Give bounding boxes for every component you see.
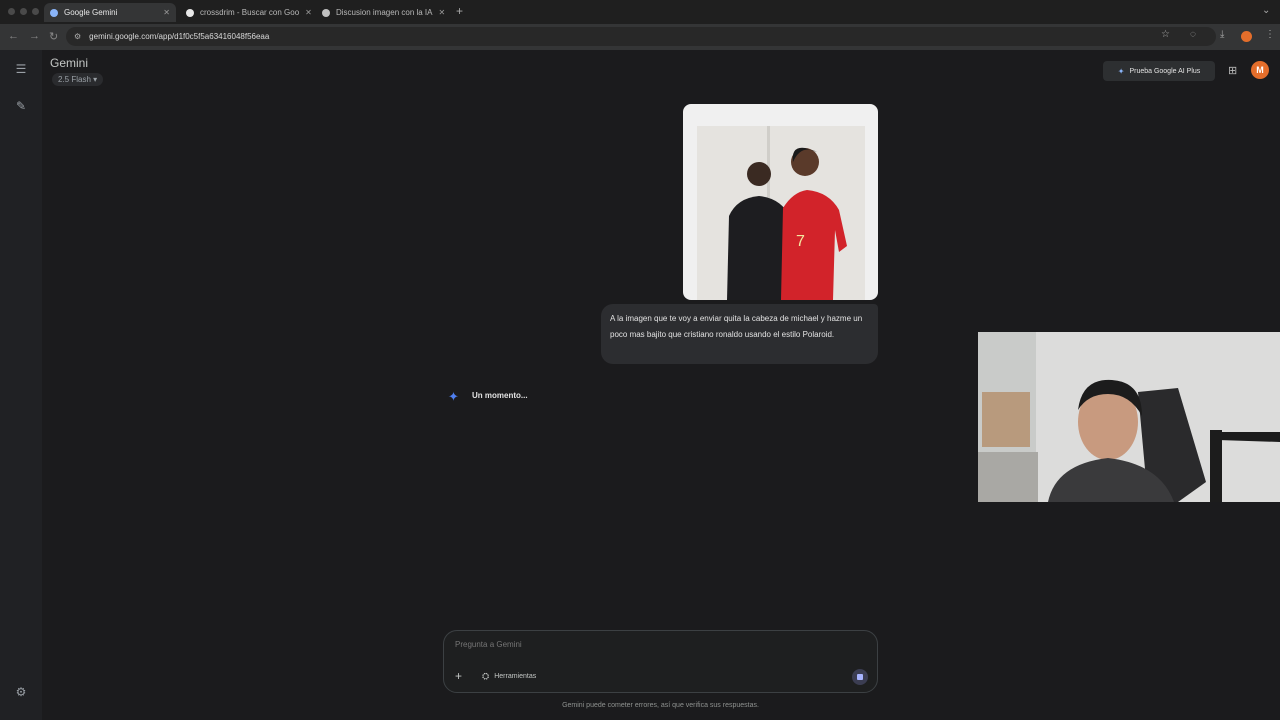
tab-label: crossdrim - Buscar con Goo — [200, 8, 300, 17]
apps-icon[interactable]: ⊞ — [1228, 64, 1237, 77]
gemini-favicon-icon — [50, 8, 58, 17]
back-arrow-icon[interactable]: ← — [8, 30, 19, 42]
url-text: gemini.google.com/app/d1f0c5f5a63416048f… — [89, 32, 270, 41]
tools-button[interactable]: ⛭ Herramientas — [482, 671, 536, 682]
side-rail — [0, 50, 42, 720]
google-favicon-icon — [186, 8, 194, 17]
photo-people-icon: 7 — [697, 126, 865, 300]
disclaimer: Gemini puede cometer errores, así que ve… — [562, 702, 759, 709]
photo-content: 7 — [697, 126, 865, 300]
tab-label: Discusion imagen con la IA — [336, 8, 433, 17]
user-message: A la imagen que te voy a enviar quita la… — [601, 304, 878, 364]
webcam-person-icon — [978, 332, 1280, 502]
download-icon[interactable]: ⤓ — [1220, 29, 1224, 40]
upgrade-label: Prueba Google AI Plus — [1129, 67, 1201, 75]
uploaded-image[interactable]: 7 — [683, 104, 878, 300]
more-menu-icon[interactable]: ⋮ — [1265, 29, 1275, 40]
upgrade-button[interactable]: ✦ Prueba Google AI Plus — [1103, 61, 1215, 81]
tab-gemini[interactable]: Google Gemini ✕ — [44, 3, 176, 22]
site-info-icon[interactable]: ⚙ — [74, 32, 81, 41]
app-title: Gemini — [50, 56, 89, 70]
window-maximize-dot[interactable] — [32, 8, 39, 15]
svg-text:7: 7 — [796, 233, 805, 250]
edit-icon[interactable]: ✎ — [13, 99, 29, 113]
star-icon[interactable]: ☆ — [1161, 29, 1170, 40]
prompt-input[interactable] — [455, 640, 835, 649]
add-attachment-icon[interactable]: + — [455, 669, 462, 683]
tab-label: Google Gemini — [64, 8, 118, 17]
chevron-down-icon: ▾ — [93, 75, 98, 84]
prompt-composer: + ⛭ Herramientas — [443, 630, 878, 693]
window-minimize-dot[interactable] — [20, 8, 27, 15]
close-tab-icon[interactable]: ✕ — [157, 8, 170, 17]
tools-icon: ⛭ — [482, 671, 490, 681]
model-label: 2.5 Flash — [58, 75, 91, 84]
forward-arrow-icon[interactable]: → — [29, 30, 40, 42]
stop-button[interactable] — [852, 669, 868, 685]
pencil-favicon-icon — [322, 8, 330, 17]
tools-label: Herramientas — [494, 673, 537, 680]
close-tab-icon[interactable]: ✕ — [299, 8, 312, 17]
reload-icon[interactable]: ↻ — [49, 30, 58, 43]
shield-icon[interactable]: ◌ — [1190, 29, 1196, 40]
webcam-overlay — [978, 332, 1280, 502]
avatar[interactable]: M — [1251, 61, 1269, 79]
menu-icon[interactable]: ☰ — [13, 62, 29, 76]
window-close-dot[interactable] — [8, 8, 15, 15]
stop-icon — [857, 674, 863, 680]
sparkle-icon: ✦ — [1117, 66, 1125, 76]
close-tab-icon[interactable]: ✕ — [433, 8, 446, 17]
model-selector[interactable]: 2.5 Flash ▾ — [52, 73, 104, 86]
gear-icon[interactable]: ⚙ — [13, 685, 29, 699]
new-tab-plus-icon[interactable]: + — [456, 4, 463, 18]
profile-icon[interactable] — [1241, 31, 1252, 42]
response-status: Un momento... — [472, 391, 528, 400]
tab-search-chevron-icon[interactable]: ⌄ — [1262, 5, 1270, 16]
address-bar[interactable]: ⚙ gemini.google.com/app/d1f0c5f5a6341604… — [66, 27, 1216, 46]
tab-discussion[interactable]: Discusion imagen con la IA ✕ — [316, 3, 450, 22]
gemini-sparkle-icon: ✦ — [448, 389, 459, 404]
tab-search[interactable]: crossdrim - Buscar con Goo ✕ — [180, 3, 312, 22]
